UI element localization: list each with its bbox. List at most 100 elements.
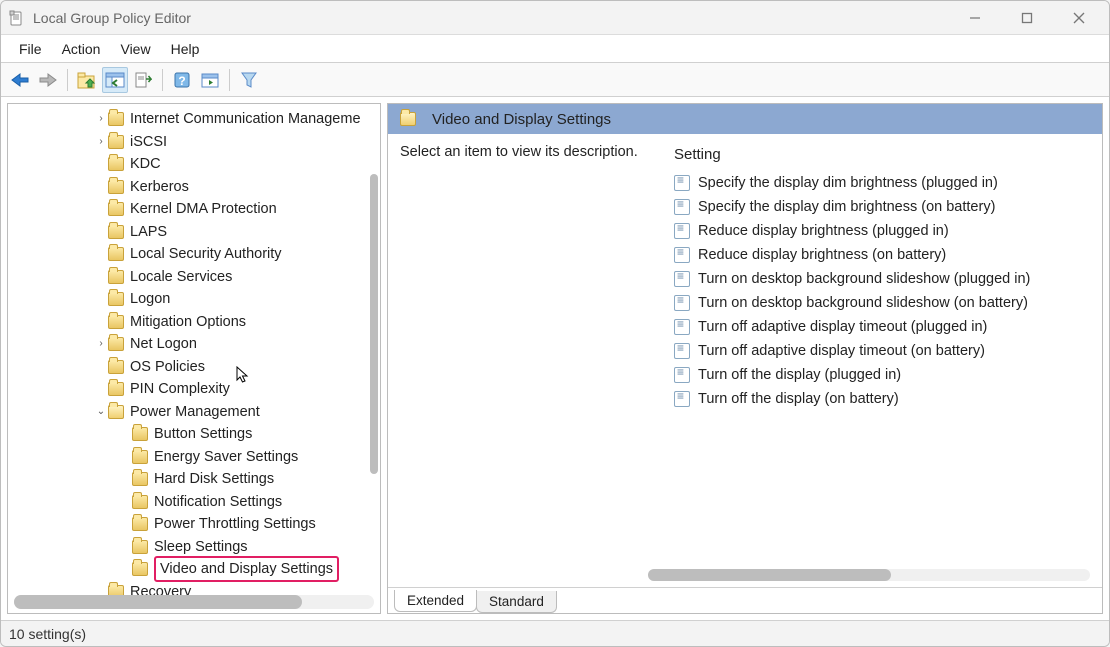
menu-help[interactable]: Help bbox=[161, 37, 210, 61]
tree-item[interactable]: Video and Display Settings bbox=[8, 558, 380, 581]
policy-setting-icon bbox=[674, 295, 690, 311]
content-area: › Internet Communication Manageme › iSCSIKD… bbox=[1, 97, 1109, 620]
tree-item-label: KDC bbox=[130, 153, 165, 175]
tree-item-label: Internet Communication Manageme bbox=[130, 108, 365, 130]
folder-icon bbox=[108, 585, 124, 595]
help-icon[interactable]: ? bbox=[169, 67, 195, 93]
policy-tree[interactable]: › Internet Communication Manageme › iSCSIKD… bbox=[8, 104, 380, 595]
folder-icon bbox=[108, 157, 124, 171]
tree-item[interactable]: Power Throttling Settings bbox=[8, 513, 380, 536]
tree-item[interactable]: Sleep Settings bbox=[8, 536, 380, 559]
tree-item-label: Power Throttling Settings bbox=[154, 513, 320, 535]
tree-item[interactable]: Kerberos bbox=[8, 176, 380, 199]
tree-item[interactable]: Energy Saver Settings bbox=[8, 446, 380, 469]
tree-vertical-scrollbar[interactable] bbox=[370, 174, 378, 474]
tree-item-label: LAPS bbox=[130, 221, 171, 243]
tree-item-label: PIN Complexity bbox=[130, 378, 234, 400]
tree-item[interactable]: OS Policies bbox=[8, 356, 380, 379]
expander-icon[interactable]: › bbox=[94, 333, 108, 355]
setting-item[interactable]: Specify the display dim brightness (on b… bbox=[674, 195, 1090, 219]
column-header-setting[interactable]: Setting bbox=[674, 144, 1090, 171]
minimize-button[interactable] bbox=[963, 6, 987, 30]
folder-icon bbox=[108, 382, 124, 396]
policy-setting-icon bbox=[674, 343, 690, 359]
setting-label: Specify the display dim brightness (on b… bbox=[698, 199, 995, 215]
folder-icon bbox=[108, 292, 124, 306]
tree-item[interactable]: Local Security Authority bbox=[8, 243, 380, 266]
tree-item[interactable]: Hard Disk Settings bbox=[8, 468, 380, 491]
toolbar: ? bbox=[1, 63, 1109, 97]
folder-icon bbox=[132, 562, 148, 576]
policy-setting-icon bbox=[674, 271, 690, 287]
titlebar: Local Group Policy Editor bbox=[1, 1, 1109, 35]
setting-label: Reduce display brightness (on battery) bbox=[698, 247, 946, 263]
tree-item-label: Mitigation Options bbox=[130, 311, 250, 333]
close-button[interactable] bbox=[1067, 6, 1091, 30]
tree-item[interactable]: Mitigation Options bbox=[8, 311, 380, 334]
menu-action[interactable]: Action bbox=[52, 37, 111, 61]
folder-icon bbox=[132, 540, 148, 554]
tree-item-label: iSCSI bbox=[130, 131, 171, 153]
setting-item[interactable]: Reduce display brightness (on battery) bbox=[674, 243, 1090, 267]
tree-item-label: Button Settings bbox=[154, 423, 256, 445]
tree-item[interactable]: ›Net Logon bbox=[8, 333, 380, 356]
tree-item[interactable]: Logon bbox=[8, 288, 380, 311]
setting-item[interactable]: Turn off the display (on battery) bbox=[674, 387, 1090, 411]
export-list-icon[interactable] bbox=[130, 67, 156, 93]
app-window: Local Group Policy Editor File Action Vi… bbox=[0, 0, 1110, 647]
tree-item[interactable]: ⌄Power Management bbox=[8, 401, 380, 424]
forward-button[interactable] bbox=[35, 67, 61, 93]
menu-file[interactable]: File bbox=[9, 37, 52, 61]
tree-item[interactable]: Recovery bbox=[8, 581, 380, 596]
settings-list: Setting Specify the display dim brightne… bbox=[674, 144, 1090, 577]
tree-item[interactable]: Button Settings bbox=[8, 423, 380, 446]
filter-icon[interactable] bbox=[236, 67, 262, 93]
policy-setting-icon bbox=[674, 391, 690, 407]
tree-item[interactable]: › Internet Communication Manageme bbox=[8, 108, 380, 131]
tree-horizontal-scrollbar[interactable] bbox=[14, 595, 374, 609]
setting-item[interactable]: Turn off adaptive display timeout (on ba… bbox=[674, 339, 1090, 363]
setting-label: Turn on desktop background slideshow (on… bbox=[698, 295, 1028, 311]
menu-view[interactable]: View bbox=[110, 37, 160, 61]
setting-label: Turn off the display (plugged in) bbox=[698, 367, 901, 383]
tree-item-label: OS Policies bbox=[130, 356, 209, 378]
maximize-button[interactable] bbox=[1015, 6, 1039, 30]
window-title: Local Group Policy Editor bbox=[33, 10, 191, 26]
tree-item[interactable]: KDC bbox=[8, 153, 380, 176]
show-hide-tree-icon[interactable] bbox=[102, 67, 128, 93]
policy-setting-icon bbox=[674, 247, 690, 263]
details-horizontal-scrollbar[interactable] bbox=[648, 569, 1090, 581]
setting-item[interactable]: Turn on desktop background slideshow (on… bbox=[674, 291, 1090, 315]
window-controls bbox=[963, 6, 1101, 30]
setting-label: Turn off adaptive display timeout (on ba… bbox=[698, 343, 985, 359]
menubar: File Action View Help bbox=[1, 35, 1109, 63]
expander-icon[interactable]: › bbox=[94, 108, 108, 130]
setting-label: Specify the display dim brightness (plug… bbox=[698, 175, 998, 191]
up-folder-icon[interactable] bbox=[74, 67, 100, 93]
setting-item[interactable]: Turn on desktop background slideshow (pl… bbox=[674, 267, 1090, 291]
tree-item-label: Energy Saver Settings bbox=[154, 446, 302, 468]
setting-item[interactable]: Specify the display dim brightness (plug… bbox=[674, 171, 1090, 195]
tab-standard[interactable]: Standard bbox=[476, 591, 557, 613]
folder-icon bbox=[108, 360, 124, 374]
policy-setting-icon bbox=[674, 199, 690, 215]
tree-item[interactable]: PIN Complexity bbox=[8, 378, 380, 401]
properties-icon[interactable] bbox=[197, 67, 223, 93]
expander-icon[interactable]: › bbox=[94, 131, 108, 153]
back-button[interactable] bbox=[7, 67, 33, 93]
tree-item[interactable]: LAPS bbox=[8, 221, 380, 244]
setting-item[interactable]: Turn off adaptive display timeout (plugg… bbox=[674, 315, 1090, 339]
setting-item[interactable]: Reduce display brightness (plugged in) bbox=[674, 219, 1090, 243]
setting-item[interactable]: Turn off the display (plugged in) bbox=[674, 363, 1090, 387]
tree-item[interactable]: Locale Services bbox=[8, 266, 380, 289]
tree-item-label: Kerberos bbox=[130, 176, 193, 198]
folder-icon bbox=[108, 112, 124, 126]
tab-extended[interactable]: Extended bbox=[394, 590, 477, 612]
setting-label: Turn off adaptive display timeout (plugg… bbox=[698, 319, 987, 335]
tree-item[interactable]: › iSCSI bbox=[8, 131, 380, 154]
expander-icon[interactable]: ⌄ bbox=[94, 401, 108, 423]
tree-item[interactable]: Notification Settings bbox=[8, 491, 380, 514]
details-panel: Video and Display Settings Select an ite… bbox=[387, 103, 1103, 614]
tree-item[interactable]: Kernel DMA Protection bbox=[8, 198, 380, 221]
tree-item-label: Sleep Settings bbox=[154, 536, 252, 558]
